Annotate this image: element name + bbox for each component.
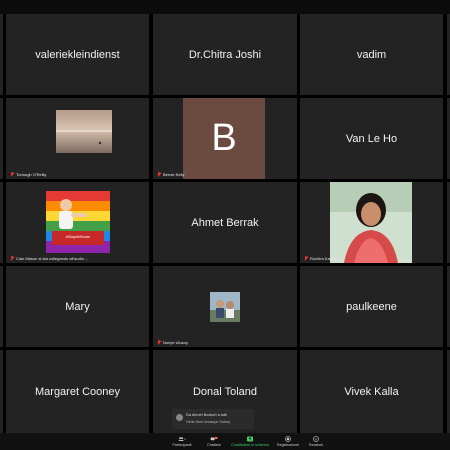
mic-muted-icon	[157, 172, 161, 177]
pride-caption: #StayAtHome	[65, 234, 91, 239]
participants-label: Partecipanti	[172, 443, 192, 447]
side-tile-left	[0, 266, 3, 347]
participants-count: 118	[184, 439, 186, 441]
participant-name: Mary	[65, 300, 90, 313]
pride-flag-image	[46, 191, 110, 253]
participants-icon: 118	[178, 437, 186, 441]
participant-tile[interactable]: Mary	[6, 266, 149, 347]
record-label: Registrazione	[277, 443, 299, 447]
chat-icon: 42	[210, 437, 218, 441]
mic-muted-icon	[304, 256, 308, 261]
participant-label: Turlough O'Reilly	[10, 172, 46, 177]
participant-tile[interactable]: Ahmet Berrak	[153, 182, 297, 263]
side-tile-left	[0, 350, 3, 433]
record-button[interactable]: Registrazione	[274, 433, 302, 450]
side-tile-left	[0, 182, 3, 263]
chat-notification-message: Hello from Amasya Turkey	[186, 420, 231, 424]
participant-tile[interactable]: vadim	[300, 14, 443, 95]
profile-photo	[330, 182, 412, 263]
avatar-initial: B	[211, 117, 237, 159]
participant-name: Ahmet Berrak	[191, 216, 259, 229]
side-tile-left	[0, 14, 3, 95]
side-tile-left	[0, 98, 3, 179]
participant-label: Cian Mason si sta collegando all'audio .…	[10, 256, 88, 261]
participant-tile[interactable]: Dr.Chitra Joshi	[153, 14, 297, 95]
top-bar	[0, 0, 450, 14]
share-screen-label: Condividere lo schermo	[231, 443, 269, 447]
profile-photo	[210, 292, 240, 322]
chat-notification-sender: Da Ahmet Bozkurt a tutti	[186, 413, 227, 417]
participant-name: paulkeene	[346, 300, 397, 313]
record-icon	[285, 436, 291, 442]
participant-label-text: Turlough O'Reilly	[16, 172, 47, 177]
sender-avatar	[176, 414, 183, 421]
participant-grid: valeriekleindienst Dr.Chitra Joshi vadim	[0, 14, 450, 433]
participant-name: Van Le Ho	[345, 132, 398, 145]
share-screen-button[interactable]: Condividere lo schermo	[230, 433, 270, 450]
participants-button[interactable]: 118 Partecipanti	[168, 433, 196, 450]
mic-muted-icon	[157, 340, 161, 345]
participant-tile[interactable]: B Bernie Kelly	[153, 98, 297, 179]
participant-tile[interactable]: Ruchira Kadira	[300, 182, 443, 263]
participant-tile[interactable]: Van Le Ho	[300, 98, 443, 179]
participant-name: Margaret Cooney	[35, 385, 120, 398]
mic-muted-icon	[10, 172, 14, 177]
meeting-toolbar: 118 Partecipanti 42 Chattare Condividere…	[0, 433, 450, 450]
participant-name: Donal Toland	[192, 385, 257, 398]
participant-name: Dr.Chitra Joshi	[188, 48, 262, 61]
participant-label-text: Ruchira Kadira	[310, 256, 337, 261]
participant-tile[interactable]: Margaret Cooney	[6, 350, 149, 433]
participant-tile[interactable]: Vivek Kalla	[300, 350, 443, 433]
participant-name: vadim	[356, 48, 387, 61]
participant-tile[interactable]: valeriekleindienst	[6, 14, 149, 95]
participant-tile[interactable]: paulkeene	[300, 266, 443, 347]
participant-label: Nuriye Ulusoy	[157, 340, 188, 345]
participant-tile[interactable]: #StayAtHome Cian Mason si sta collegando…	[6, 182, 149, 263]
mic-muted-icon	[10, 256, 14, 261]
profile-photo	[56, 110, 112, 153]
participant-tile[interactable]: Nuriye Ulusoy	[153, 266, 297, 347]
participant-label: Ruchira Kadira	[304, 256, 336, 261]
participant-name: Vivek Kalla	[344, 385, 399, 398]
participant-label: Bernie Kelly	[157, 172, 184, 177]
reactions-icon	[313, 436, 319, 442]
share-screen-icon	[247, 436, 253, 442]
participant-tile[interactable]: Turlough O'Reilly	[6, 98, 149, 179]
participant-name: valeriekleindienst	[35, 48, 120, 61]
participant-label-text: Cian Mason si sta collegando all'audio .…	[16, 256, 89, 261]
participant-label-text: Nuriye Ulusoy	[163, 340, 188, 345]
reactions-label: Reazioni	[309, 443, 323, 447]
chat-button[interactable]: 42 Chattare	[202, 433, 226, 450]
participant-label-text: Bernie Kelly	[163, 172, 185, 177]
chat-label: Chattare	[207, 443, 221, 447]
chat-notification[interactable]: Da Ahmet Bozkurt a tutti Hello from Amas…	[172, 409, 254, 429]
reactions-button[interactable]: Reazioni	[304, 433, 328, 450]
